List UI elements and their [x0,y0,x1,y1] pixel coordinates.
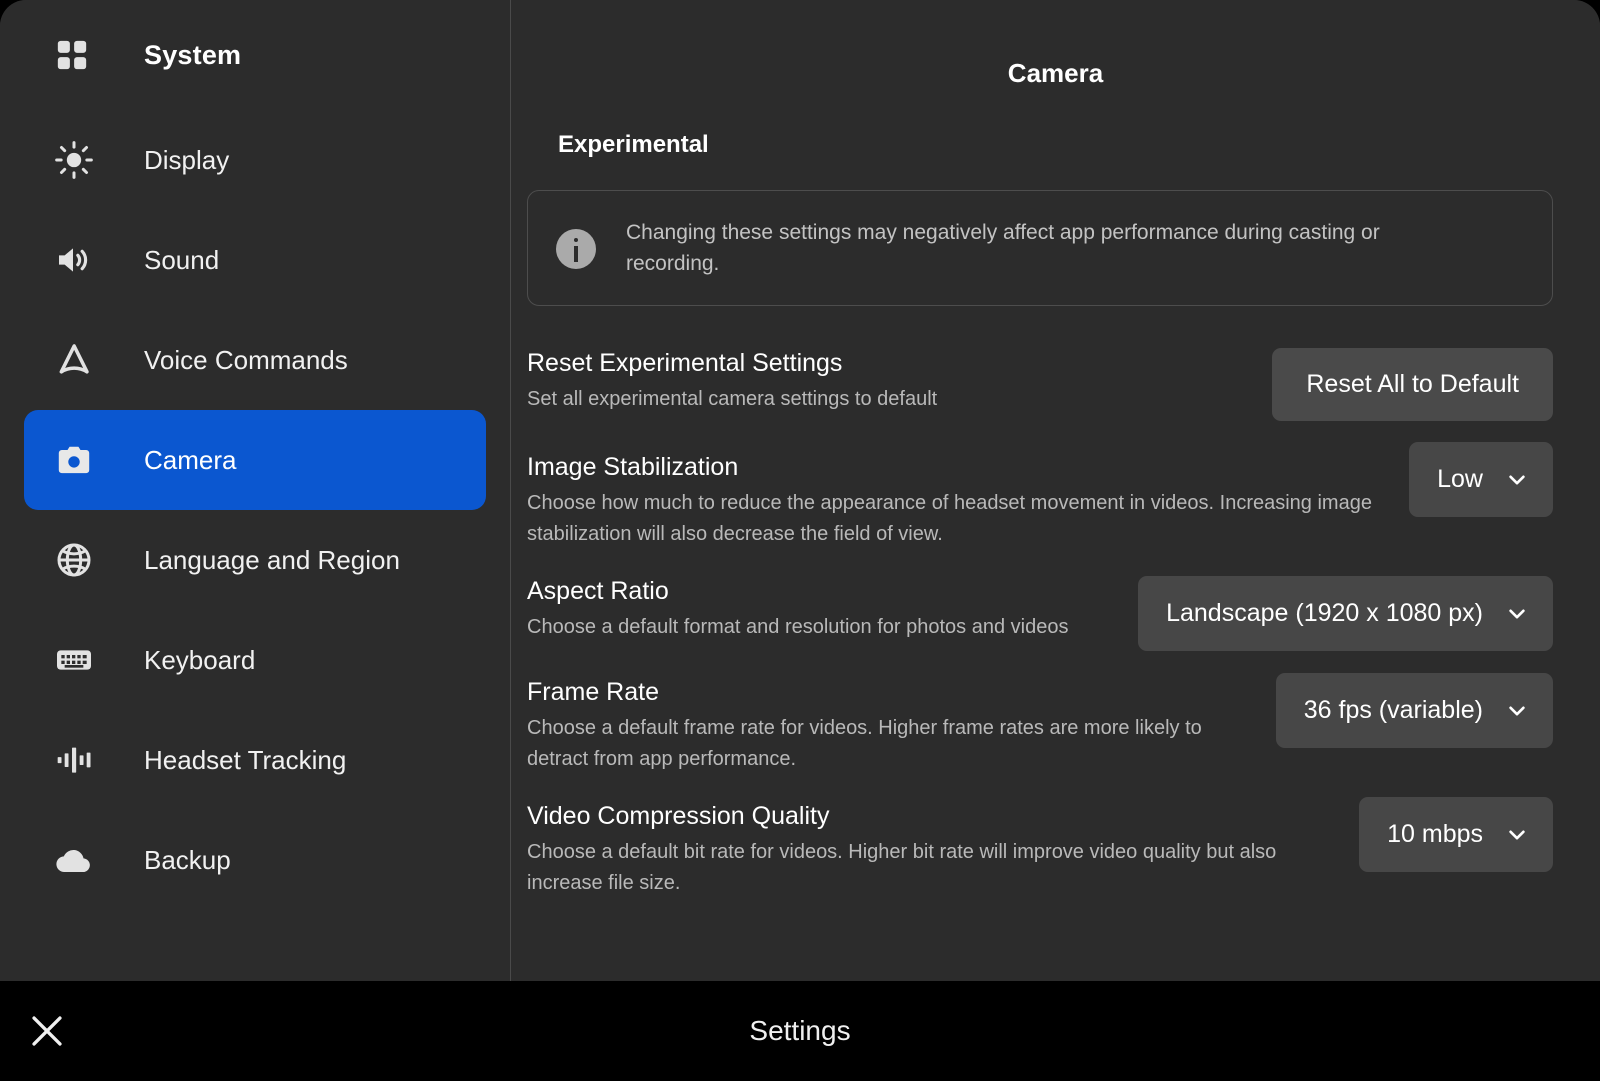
dropdown-value: 36 fps (variable) [1303,696,1483,724]
camera-icon [52,438,96,482]
sidebar-item-label: Sound [144,244,220,275]
setting-description: Set all experimental camera settings to … [527,388,938,410]
content-panel: Camera Experimental Changing these setti… [511,0,1600,981]
settings-panel: System Display Sound Voice Commands Came… [0,0,1600,981]
info-banner: Changing these settings may negatively a… [527,190,1553,306]
waveform-icon [52,738,96,782]
setting-title: Frame Rate [527,678,659,706]
setting-description: Choose a default format and resolution f… [527,616,1069,638]
setting-title: Image Stabilization [527,453,739,481]
triangle-voice-icon [52,338,96,382]
setting-row-text: Frame Rate Choose a default frame rate f… [527,675,1276,775]
sidebar-title: System [144,39,242,70]
sidebar-item-label: Display [144,144,230,175]
close-icon[interactable] [18,1002,76,1060]
bottom-bar: Settings [0,981,1600,1081]
sidebar-item-label: Language and Region [144,544,400,575]
setting-row-control: 10 mbps [1359,797,1553,872]
sidebar-item-label: Backup [144,844,231,875]
sidebar-item-sound[interactable]: Sound [24,210,486,310]
setting-title: Video Compression Quality [527,802,830,830]
setting-row-text: Reset Experimental Settings Set all expe… [527,346,1272,415]
sidebar-item-label: Camera [144,444,237,475]
setting-row-image-stabilization: Image Stabilization Choose how much to r… [527,426,1553,550]
setting-title: Reset Experimental Settings [527,349,843,377]
setting-row-control: 36 fps (variable) [1275,673,1553,748]
chevron-down-icon [1505,699,1529,723]
setting-row-aspect-ratio: Aspect Ratio Choose a default format and… [527,550,1553,651]
sidebar-item-label: Keyboard [144,644,256,675]
sidebar-item-language-and-region[interactable]: Language and Region [24,510,486,610]
sidebar-item-label: Headset Tracking [144,744,347,775]
settings-rows: Reset Experimental Settings Set all expe… [527,322,1553,899]
sidebar: System Display Sound Voice Commands Came… [0,0,511,981]
setting-row-control: Reset All to Default [1272,348,1553,421]
sidebar-item-display[interactable]: Display [24,110,486,210]
setting-row-frame-rate: Frame Rate Choose a default frame rate f… [527,651,1553,775]
brightness-icon [52,138,96,182]
section-title: Experimental [558,131,709,158]
sidebar-item-label: Voice Commands [144,344,348,375]
reset-all-to-default-button[interactable]: Reset All to Default [1272,348,1553,421]
sidebar-item-camera[interactable]: Camera [24,410,486,510]
setting-row-control: Landscape (1920 x 1080 px) [1138,576,1553,651]
setting-row-reset-experimental-settings: Reset Experimental Settings Set all expe… [527,322,1553,426]
sidebar-item-headset-tracking[interactable]: Headset Tracking [24,710,486,810]
globe-icon [52,538,96,582]
speaker-icon [52,238,96,282]
chevron-down-icon [1505,823,1529,847]
grid-icon [52,35,92,75]
cloud-icon [52,838,96,882]
sidebar-nav: Display Sound Voice Commands Camera Lang… [0,110,510,910]
chevron-down-icon [1505,468,1529,492]
aspect-ratio-dropdown[interactable]: Landscape (1920 x 1080 px) [1138,576,1553,651]
setting-description: Choose a default frame rate for videos. … [527,717,1202,770]
page-title: Camera [1007,58,1104,88]
settings-window: System Display Sound Voice Commands Came… [0,0,1600,1081]
dropdown-value: Landscape (1920 x 1080 px) [1166,599,1483,627]
info-banner-text: Changing these settings may negatively a… [626,221,1380,275]
sidebar-header: System [0,0,510,110]
sidebar-item-backup[interactable]: Backup [24,810,486,910]
dropdown-value: 10 mbps [1387,820,1483,848]
info-icon [556,229,596,269]
setting-row-video-compression-quality: Video Compression Quality Choose a defau… [527,775,1553,899]
dropdown-value: Low [1437,465,1483,493]
setting-title: Aspect Ratio [527,577,669,605]
sidebar-item-keyboard[interactable]: Keyboard [24,610,486,710]
video-compression-quality-dropdown[interactable]: 10 mbps [1359,797,1553,872]
setting-row-text: Video Compression Quality Choose a defau… [527,799,1359,899]
setting-description: Choose how much to reduce the appearance… [527,492,1372,545]
sidebar-item-voice-commands[interactable]: Voice Commands [24,310,486,410]
image-stabilization-dropdown[interactable]: Low [1409,442,1553,517]
keyboard-icon [52,638,96,682]
setting-row-text: Aspect Ratio Choose a default format and… [527,574,1138,643]
setting-row-text: Image Stabilization Choose how much to r… [527,450,1409,550]
setting-description: Choose a default bit rate for videos. Hi… [527,841,1277,894]
chevron-down-icon [1505,602,1529,626]
setting-row-control: Low [1409,442,1553,517]
frame-rate-dropdown[interactable]: 36 fps (variable) [1275,673,1553,748]
bottom-bar-title: Settings [749,1015,851,1046]
